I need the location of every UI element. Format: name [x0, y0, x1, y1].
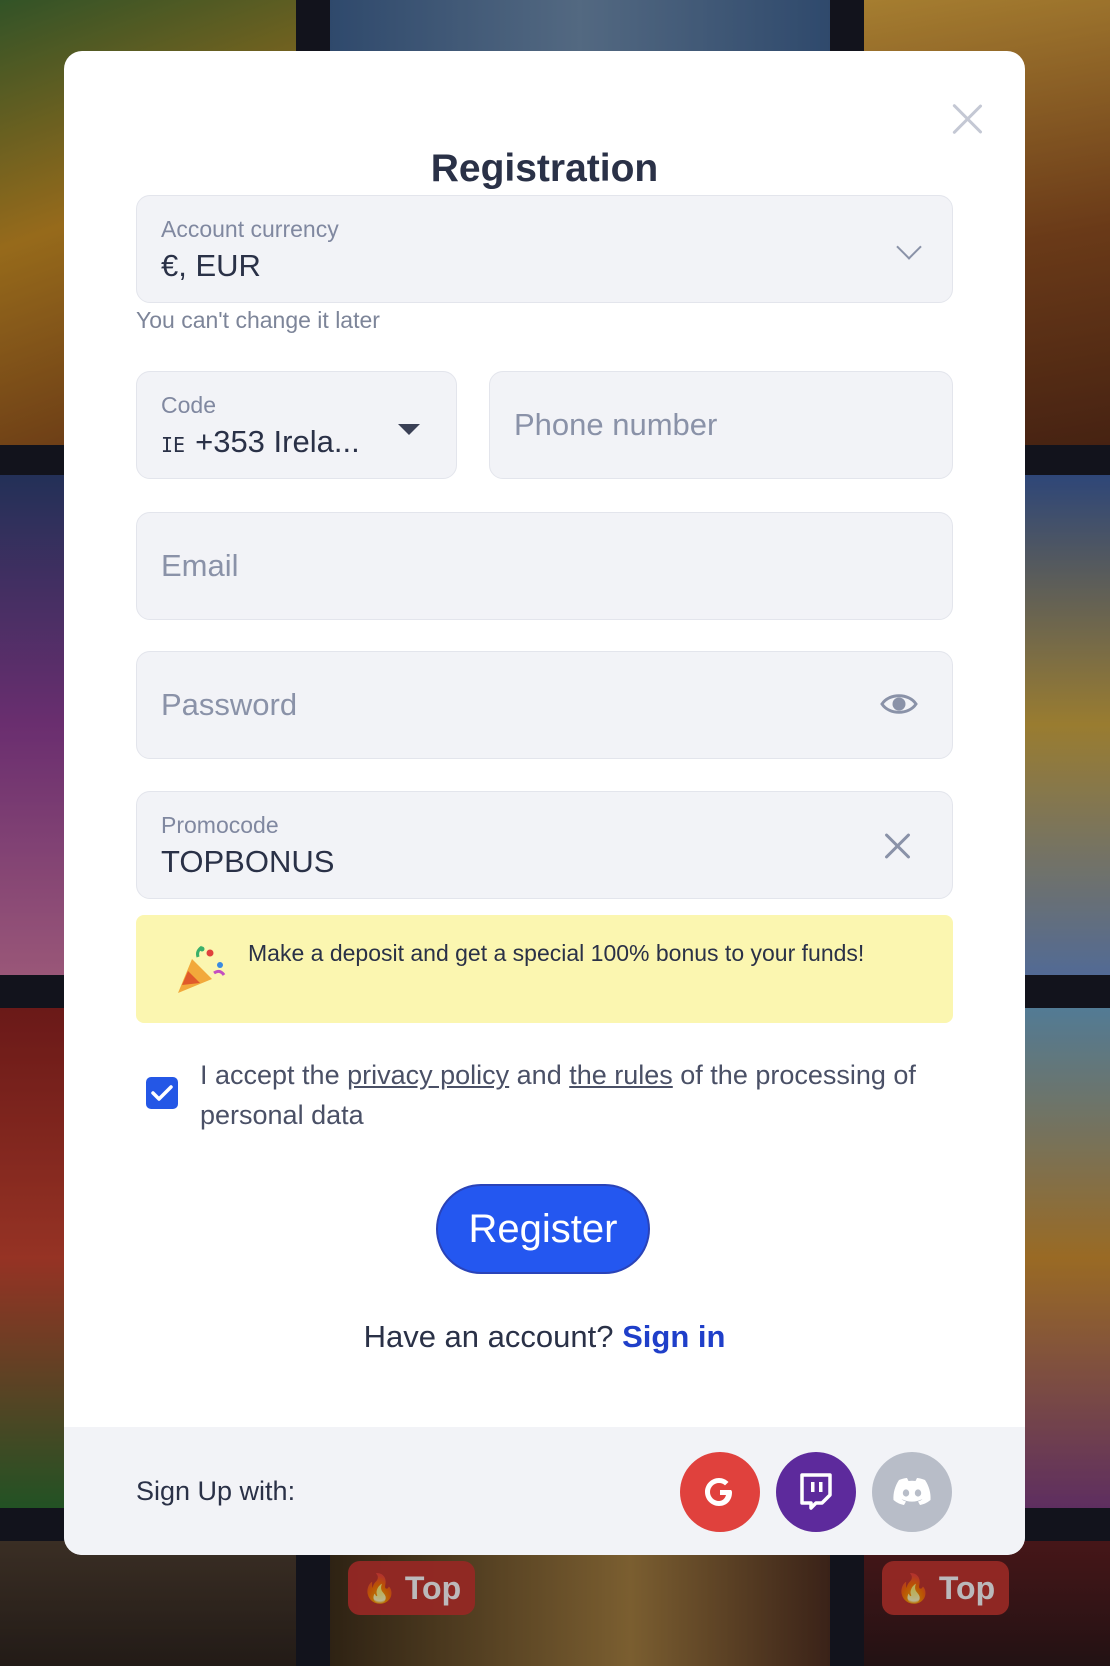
twitch-icon [800, 1473, 832, 1510]
close-icon[interactable] [949, 101, 985, 137]
bonus-text: Make a deposit and get a special 100% bo… [248, 940, 865, 966]
signin-prompt: Have an account? [363, 1319, 614, 1354]
promocode-value: TOPBONUS [161, 844, 335, 879]
consent-text: I accept the privacy policy and the rule… [200, 1055, 960, 1135]
password-input[interactable]: Password [136, 651, 953, 759]
phone-number-placeholder: Phone number [514, 407, 718, 442]
register-button[interactable]: Register [436, 1184, 650, 1274]
phone-code-label: Code [161, 392, 216, 418]
google-signup-button[interactable] [680, 1452, 760, 1532]
consent-checkbox[interactable] [146, 1077, 178, 1109]
chevron-down-icon [896, 234, 922, 260]
phone-number-input[interactable]: Phone number [489, 371, 953, 479]
phone-code-value: IE +353 Irela... [161, 424, 360, 460]
rules-link[interactable]: the rules [569, 1060, 673, 1090]
registration-modal: Registration Account currency €, EUR You… [64, 51, 1025, 1555]
social-signup-footer: Sign Up with: [64, 1427, 1025, 1555]
caret-down-icon [398, 424, 420, 435]
consent-middle: and [509, 1060, 570, 1090]
promocode-input[interactable]: Promocode TOPBONUS [136, 791, 953, 899]
currency-label: Account currency [161, 216, 339, 242]
signin-link[interactable]: Sign in [622, 1319, 725, 1354]
privacy-policy-link[interactable]: privacy policy [347, 1060, 509, 1090]
email-input[interactable]: Email [136, 512, 953, 620]
promocode-label: Promocode [161, 812, 279, 838]
phone-code-select[interactable]: Code IE +353 Irela... [136, 371, 457, 479]
password-placeholder: Password [161, 687, 298, 722]
discord-signup-button[interactable] [872, 1452, 952, 1532]
modal-title: Registration [430, 147, 659, 190]
clear-icon[interactable] [884, 832, 912, 860]
checkmark-icon [151, 1085, 173, 1101]
google-icon [705, 1478, 732, 1506]
eye-icon[interactable] [880, 690, 918, 718]
phone-code-text: +353 Irela... [195, 424, 360, 459]
discord-icon [893, 1478, 931, 1505]
currency-value: €, EUR [161, 248, 261, 283]
consent-prefix: I accept the [200, 1060, 348, 1090]
party-popper-icon [178, 945, 226, 993]
footer-label: Sign Up with: [136, 1475, 296, 1506]
ie-flag-icon: IE [161, 433, 186, 457]
currency-hint: You can't change it later [136, 307, 380, 333]
email-placeholder: Email [161, 548, 239, 583]
signin-row: Have an account? Sign in [64, 1319, 1025, 1355]
bonus-banner: Make a deposit and get a special 100% bo… [136, 915, 953, 1023]
currency-select[interactable]: Account currency €, EUR [136, 195, 953, 303]
twitch-signup-button[interactable] [776, 1452, 856, 1532]
